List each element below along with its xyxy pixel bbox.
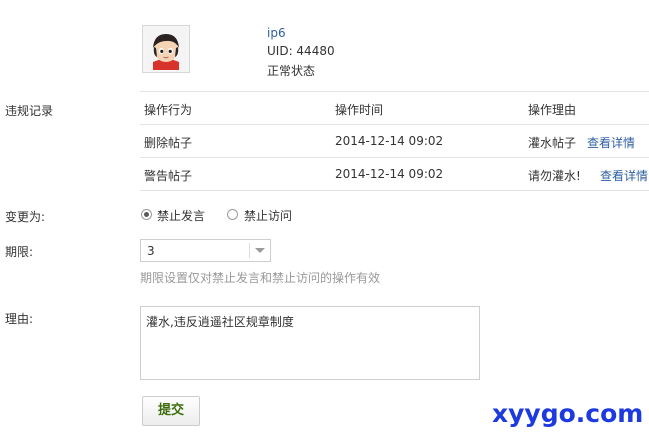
table-row-action: 警告帖子: [144, 169, 193, 183]
user-uid: UID: 44480: [267, 44, 335, 58]
table-row-time: 2014-12-14 09:02: [335, 167, 444, 181]
column-header-time: 操作时间: [335, 103, 384, 117]
user-status: 正常状态: [267, 64, 316, 78]
divider: [140, 157, 649, 158]
change-to-label: 变更为:: [5, 210, 46, 224]
reason-label: 理由:: [5, 312, 34, 326]
view-details-link[interactable]: 查看详情: [587, 134, 635, 151]
chevron-down-icon[interactable]: [255, 248, 265, 253]
radio-label-ban-access[interactable]: 禁止访问: [244, 207, 292, 224]
duration-hint: 期限设置仅对禁止发言和禁止访问的操作有效: [140, 271, 381, 285]
radio-ban-access[interactable]: [227, 209, 238, 220]
divider: [140, 91, 649, 92]
submit-button[interactable]: 提交: [142, 396, 200, 426]
cartoon-avatar-icon: [145, 28, 187, 70]
divider: [140, 124, 649, 125]
table-row-time: 2014-12-14 09:02: [335, 134, 444, 148]
reason-textarea[interactable]: 灌水,违反逍遥社区规章制度: [140, 306, 480, 380]
reason-textarea-value: 灌水,违反逍遥社区规章制度: [146, 315, 294, 329]
column-header-reason: 操作理由: [528, 103, 577, 117]
table-row-reason: 请勿灌水!: [528, 169, 581, 183]
divider: [140, 190, 649, 191]
avatar: [142, 25, 190, 73]
divider: [249, 243, 250, 258]
violation-records-label: 违规记录: [5, 104, 54, 118]
watermark-logo: xyygo.com: [492, 399, 644, 428]
radio-ban-posting[interactable]: [141, 209, 152, 220]
view-details-link[interactable]: 查看详情: [600, 167, 648, 184]
column-header-action: 操作行为: [144, 103, 193, 117]
duration-label: 期限:: [5, 245, 34, 259]
table-row-action: 删除帖子: [144, 136, 193, 150]
duration-select-value: 3: [147, 244, 155, 258]
duration-select[interactable]: 3: [140, 239, 271, 262]
username[interactable]: ip6: [267, 26, 286, 40]
radio-label-ban-posting[interactable]: 禁止发言: [157, 207, 205, 224]
table-row-reason: 灌水帖子: [528, 136, 577, 150]
